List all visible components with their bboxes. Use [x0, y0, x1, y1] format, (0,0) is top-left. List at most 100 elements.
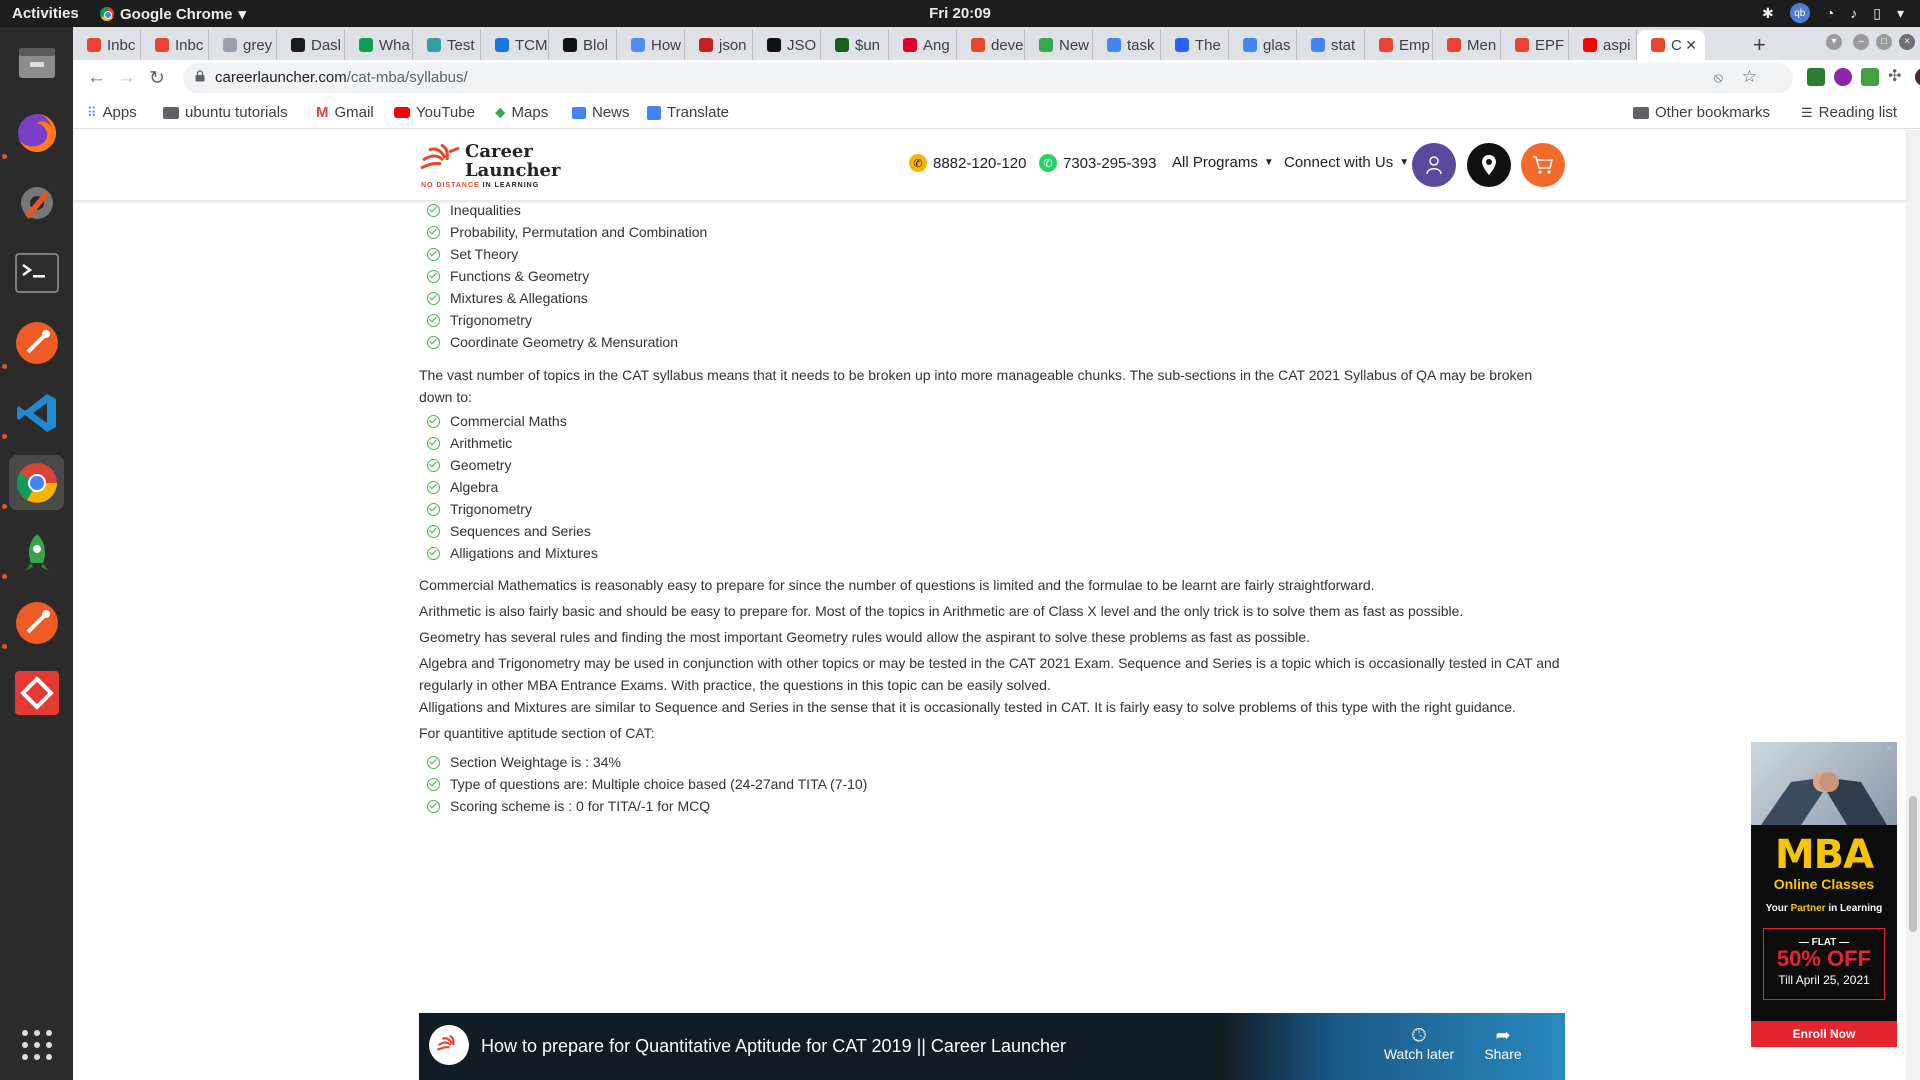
bookmark-translate[interactable]: Translate: [647, 104, 729, 121]
puzzle-extensions-icon[interactable]: ✣: [1888, 66, 1906, 85]
tab-13[interactable]: deve: [957, 30, 1025, 60]
postman-icon[interactable]: [9, 315, 64, 370]
embedded-video[interactable]: How to prepare for Quantitative Aptitude…: [419, 1013, 1565, 1080]
tab-2[interactable]: grey: [209, 30, 277, 60]
tab-0[interactable]: Inbc: [73, 30, 141, 60]
blocked-content-icon[interactable]: ⦸: [1714, 69, 1723, 86]
terminal-icon[interactable]: [9, 245, 64, 300]
tab-11[interactable]: $un: [821, 30, 889, 60]
network-icon[interactable]: ◔: [1826, 5, 1834, 21]
volume-icon[interactable]: ♪: [1850, 5, 1857, 21]
cart-button[interactable]: [1521, 143, 1565, 187]
lock-icon[interactable]: [195, 70, 205, 82]
tab-5[interactable]: Test: [413, 30, 481, 60]
extension-icon[interactable]: [1861, 68, 1879, 86]
url-text[interactable]: careerlauncher.com/cat-mba/syllabus/: [215, 69, 468, 86]
ad-close-icon[interactable]: ✕: [1885, 744, 1893, 755]
bookmark-apps[interactable]: ⠿ Apps: [87, 104, 137, 121]
connect-with-us-menu[interactable]: Connect with Us ▼: [1284, 154, 1409, 171]
tab-favicon-icon: [835, 38, 849, 52]
settings-tools-icon[interactable]: [9, 175, 64, 230]
tab-7[interactable]: Blol: [549, 30, 617, 60]
user-avatar[interactable]: qb: [1789, 3, 1810, 23]
page-scrollbar[interactable]: [1906, 130, 1920, 1080]
tab-label: grey: [243, 36, 273, 54]
minimize-button[interactable]: –: [1853, 34, 1869, 50]
profile-avatar[interactable]: k: [1915, 68, 1920, 86]
tab-19[interactable]: Emp: [1365, 30, 1433, 60]
reading-list[interactable]: ☰ Reading list: [1801, 104, 1897, 121]
career-launcher-logo[interactable]: Career Launcher NO DISTANCE IN LEARNING: [419, 142, 560, 189]
tab-label: aspi: [1603, 36, 1631, 54]
list-item-text: Alligations and Mixtures: [450, 545, 598, 561]
back-arrow-icon[interactable]: ←: [87, 67, 106, 89]
bookmark-news[interactable]: News: [572, 104, 630, 121]
new-tab-button[interactable]: +: [1753, 32, 1766, 58]
system-tray[interactable]: ✱ qb ◔ ♪ ▯ ▾: [1762, 3, 1904, 23]
postman-icon-2[interactable]: [9, 595, 64, 650]
extension-icon[interactable]: [1834, 68, 1852, 86]
address-bar[interactable]: careerlauncher.com/cat-mba/syllabus/ ⦸ ☆: [183, 63, 1793, 93]
extension-icon[interactable]: [1807, 68, 1825, 86]
vscode-icon[interactable]: [9, 385, 64, 440]
tab-6[interactable]: TCM: [481, 30, 549, 60]
close-tab-icon[interactable]: ✕: [1685, 37, 1697, 54]
tab-8[interactable]: How: [617, 30, 685, 60]
battery-icon[interactable]: ▯: [1873, 5, 1881, 22]
tab-23[interactable]: C ✕: [1637, 30, 1705, 60]
tab-22[interactable]: aspi: [1569, 30, 1637, 60]
bookmark-star-icon[interactable]: ☆: [1742, 67, 1757, 87]
close-window-button[interactable]: ×: [1899, 34, 1915, 50]
running-indicator: [2, 364, 7, 369]
phone-contact[interactable]: ✆ 8882-120-120: [909, 154, 1026, 172]
qa-fact-item: Scoring scheme is : 0 for TITA/-1 for MC…: [427, 798, 710, 814]
user-account-button[interactable]: [1412, 143, 1456, 187]
bookmark-gmail[interactable]: M Gmail: [316, 104, 374, 121]
tab-18[interactable]: stat: [1297, 30, 1365, 60]
anydesk-icon[interactable]: [9, 665, 64, 720]
tab-14[interactable]: New: [1025, 30, 1093, 60]
list-item-text: Trigonometry: [450, 501, 532, 517]
forward-arrow-icon[interactable]: →: [117, 67, 136, 89]
tab-12[interactable]: Ang: [889, 30, 957, 60]
tab-search-icon[interactable]: ▾: [1826, 34, 1842, 50]
tab-15[interactable]: task: [1093, 30, 1161, 60]
mba-ad-banner[interactable]: ✕ MBA Online Classes Your Partner in Lea…: [1751, 742, 1897, 1047]
all-programs-menu[interactable]: All Programs ▼: [1172, 154, 1274, 171]
whatsapp-contact[interactable]: ✆ 7303-295-393: [1039, 154, 1156, 172]
clock[interactable]: Fri 20:09: [0, 5, 1920, 22]
tab-17[interactable]: glas: [1229, 30, 1297, 60]
chrome-dock-icon[interactable]: [9, 455, 64, 510]
bookmark-youtube[interactable]: YouTube: [394, 104, 475, 121]
bookmark-maps[interactable]: ⬥ Maps: [495, 104, 548, 121]
enroll-now-button[interactable]: Enroll Now: [1751, 1021, 1897, 1047]
location-button[interactable]: [1467, 143, 1511, 187]
show-applications-icon[interactable]: [9, 1017, 64, 1072]
tab-21[interactable]: EPF: [1501, 30, 1569, 60]
tab-1[interactable]: Inbc: [141, 30, 209, 60]
tab-16[interactable]: The: [1161, 30, 1229, 60]
check-circle-icon: [427, 546, 440, 560]
share-button[interactable]: ➦ Share: [1463, 1025, 1543, 1062]
files-icon[interactable]: [9, 35, 64, 90]
reload-icon[interactable]: ↻: [149, 67, 165, 90]
video-title[interactable]: How to prepare for Quantitative Aptitude…: [481, 1036, 1066, 1057]
rocket-app-icon[interactable]: [9, 525, 64, 580]
channel-logo[interactable]: [429, 1025, 469, 1065]
tab-3[interactable]: Dasl: [277, 30, 345, 60]
tab-favicon-icon: [767, 38, 781, 52]
tab-20[interactable]: Men: [1433, 30, 1501, 60]
tab-9[interactable]: json: [685, 30, 753, 60]
bookmark-ubuntu-tutorials[interactable]: ubuntu tutorials: [163, 104, 288, 121]
maximize-button[interactable]: □: [1876, 34, 1892, 50]
watch-later-button[interactable]: 🕓︎ Watch later: [1379, 1025, 1459, 1062]
firefox-icon[interactable]: [9, 105, 64, 160]
bluetooth-icon[interactable]: ✱: [1762, 5, 1774, 22]
youtube-icon: [394, 107, 410, 118]
scrollbar-thumb[interactable]: [1909, 796, 1917, 932]
list-item-text: Functions & Geometry: [450, 268, 590, 284]
power-menu-icon[interactable]: ▾: [1897, 5, 1904, 22]
other-bookmarks[interactable]: Other bookmarks: [1633, 104, 1770, 121]
tab-10[interactable]: JSO: [753, 30, 821, 60]
tab-4[interactable]: Wha: [345, 30, 413, 60]
